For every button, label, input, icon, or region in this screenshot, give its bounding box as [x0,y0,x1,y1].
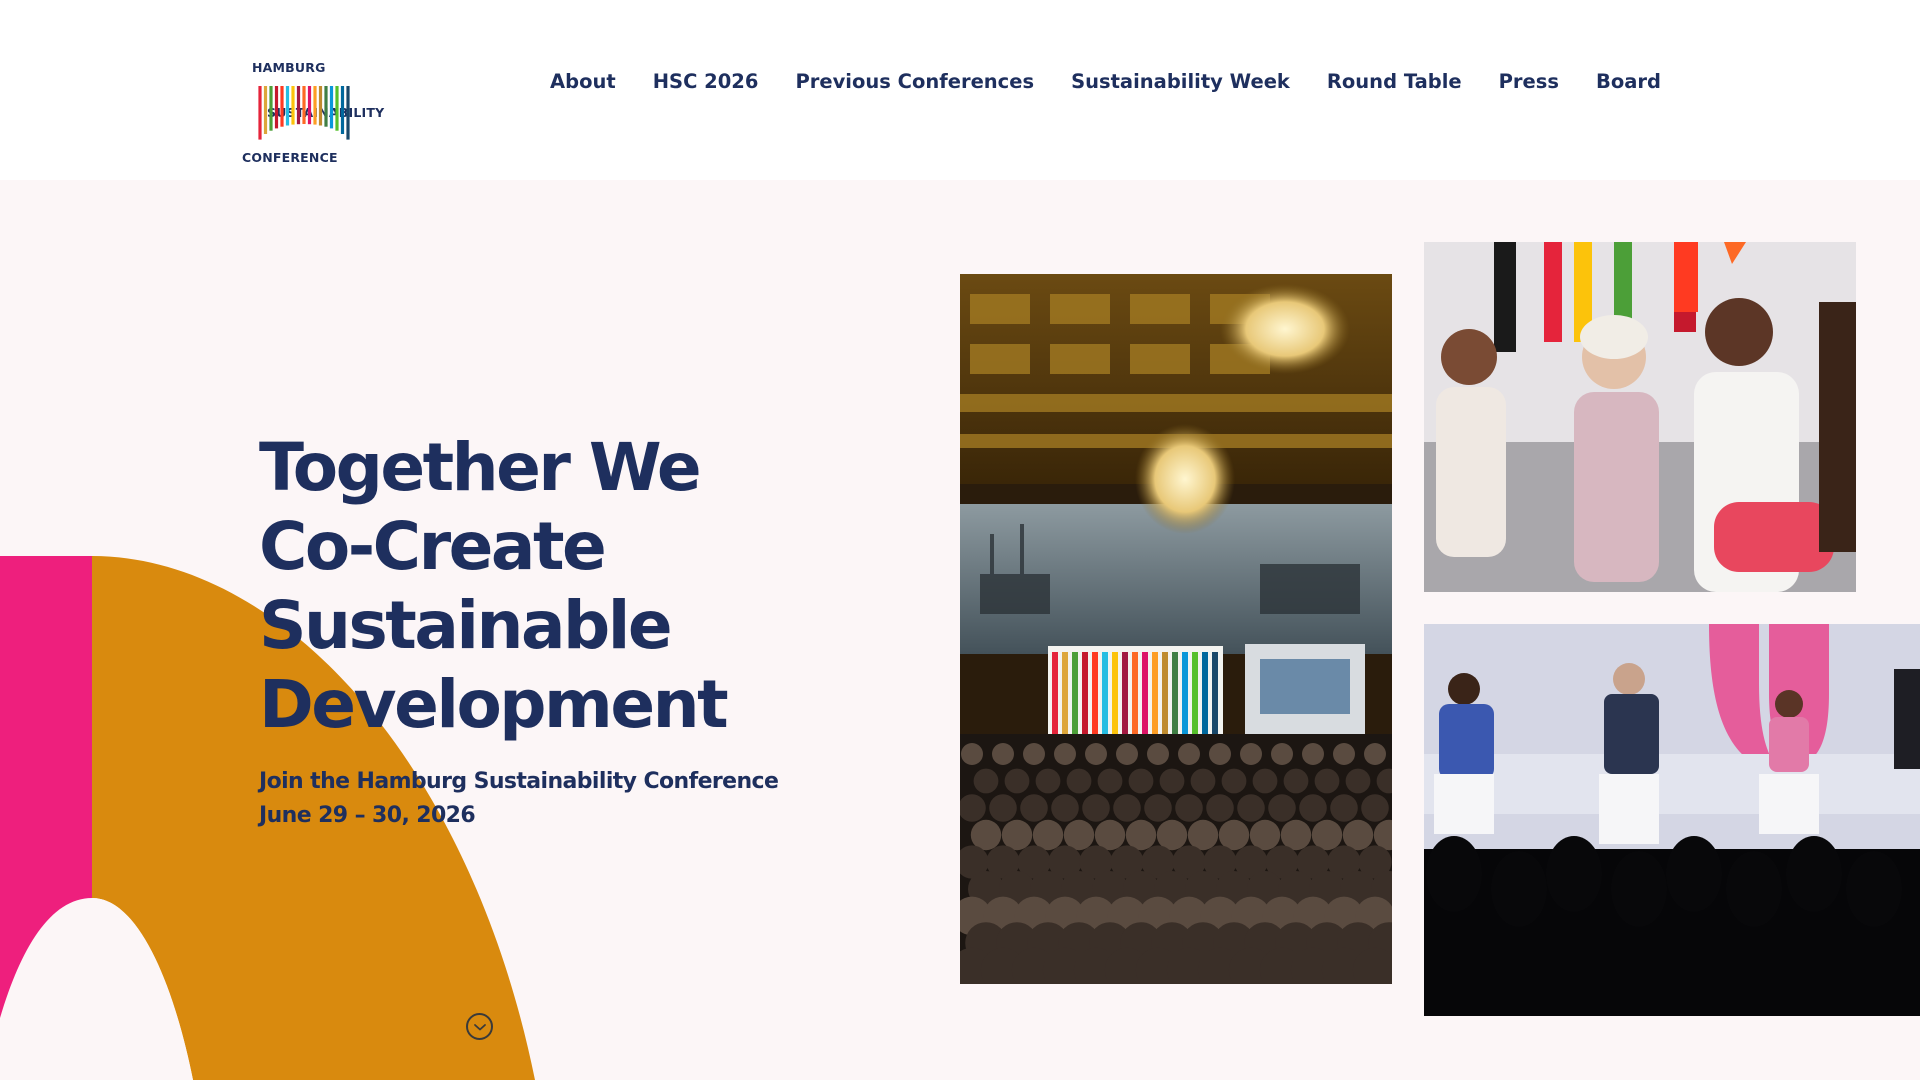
photo-podium-speech [1424,624,1920,1016]
pink-arch-shape [0,556,93,1080]
hero-title-line-1: Together We [259,429,702,506]
logo-stripe [340,86,345,134]
logo-stripe [258,86,262,140]
hero-title-line-4: Development [259,666,729,743]
main-nav: About HSC 2026 Previous Conferences Sust… [550,70,1661,93]
logo-stripe [263,86,268,134]
chevron-down-icon [473,1023,486,1030]
logo-stripes-icon [258,86,350,140]
conference-logo[interactable]: HAMBURG SUSTAINABILITY CONFERENCE [240,30,385,165]
logo-stripe [274,86,279,129]
logo-stripe [269,86,273,131]
logo-stripe [296,86,301,125]
logo-line-3: CONFERENCE [242,150,338,165]
logo-stripe [313,86,317,125]
inner-arch-shape [0,898,193,1080]
logo-line-1: HAMBURG [252,60,326,75]
hero-dates: June 29 – 30, 2026 [259,803,476,828]
logo-stripe [324,86,328,127]
nav-hsc-2026[interactable]: HSC 2026 [653,70,759,93]
logo-stripe [307,86,312,125]
logo-stripe [291,86,295,125]
logo-stripe [335,86,339,131]
photo-conference-hall [960,274,1392,984]
logo-stripe [329,86,334,129]
logo-stripe [280,86,284,127]
hero-subtitle-text: Join the Hamburg Sustainability Conferen… [259,769,779,794]
photo-panel-discussion [1424,242,1856,592]
logo-stripe [302,86,306,124]
scroll-down-button[interactable] [466,1013,493,1040]
nav-sustainability-week[interactable]: Sustainability Week [1071,70,1290,93]
nav-press[interactable]: Press [1499,70,1559,93]
nav-board[interactable]: Board [1596,70,1661,93]
hero-title-line-2: Co-Create [259,508,607,585]
hero-title: Together We Co-Create Sustainable Develo… [259,428,819,744]
site-header: HAMBURG SUSTAINABILITY CONFERENCE About … [0,0,1920,180]
nav-about[interactable]: About [550,70,616,93]
hero-subtitle: Join the Hamburg Sustainability Conferen… [259,765,819,833]
nav-round-table[interactable]: Round Table [1327,70,1462,93]
nav-previous-conferences[interactable]: Previous Conferences [795,70,1034,93]
hero-title-line-3: Sustainable [259,587,673,664]
logo-stripe [285,86,290,126]
logo-stripe [346,86,350,140]
logo-stripe [318,86,323,126]
